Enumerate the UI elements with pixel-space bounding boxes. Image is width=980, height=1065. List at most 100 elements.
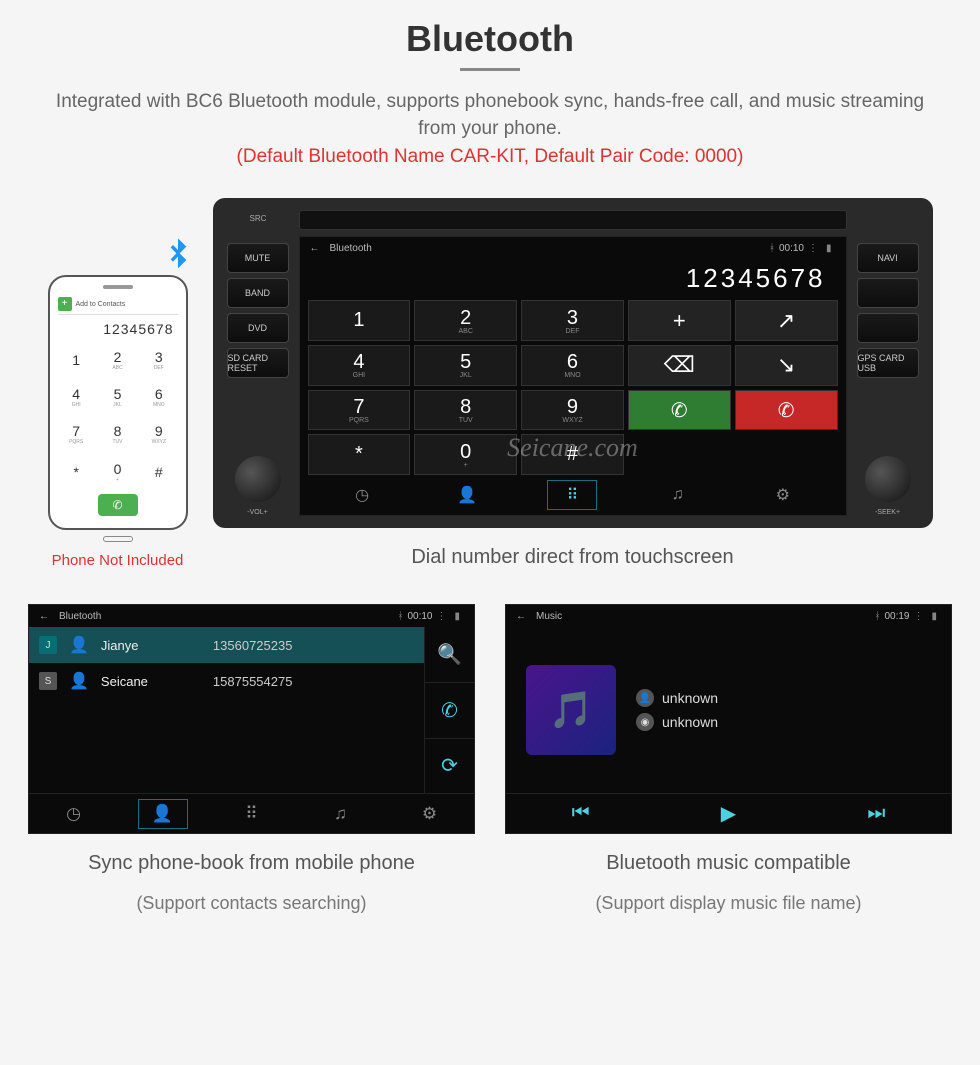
phone-dialed-number: 12345678	[58, 315, 178, 343]
left-hw-button[interactable]: SD CARD RESET	[227, 348, 289, 378]
person-icon: 👤	[69, 635, 89, 655]
back-icon[interactable]: ←	[310, 243, 320, 254]
phone-call-button[interactable]: ✆	[98, 494, 138, 516]
dial-key-8[interactable]: 8TUV	[414, 390, 517, 431]
battery-icon: ▮	[826, 243, 832, 254]
phone-key-7[interactable]: 7PQRS	[58, 418, 95, 451]
contact-row[interactable]: J👤Jianye13560725235	[29, 627, 424, 663]
dial-key-5[interactable]: 5JKL	[414, 345, 517, 386]
panel-title: Music	[536, 611, 562, 622]
phone-key-2[interactable]: 2ABC	[99, 343, 136, 376]
nav-settings-icon[interactable]: ⚙	[758, 480, 808, 510]
left-button-column: MUTEBANDDVDSD CARD RESET -VOL+	[225, 210, 291, 516]
nav-music-icon[interactable]: ♫	[653, 481, 703, 509]
dial-key-+[interactable]: +	[628, 300, 731, 341]
dial-key-6[interactable]: 6MNO	[521, 345, 624, 386]
dial-key-*[interactable]: *	[308, 434, 411, 475]
right-hw-button[interactable]	[857, 278, 919, 308]
phone-key-1[interactable]: 1	[58, 343, 95, 376]
add-icon[interactable]: +	[58, 297, 72, 311]
dial-key-1[interactable]: 1	[308, 300, 411, 341]
phone-mockup: + Add to Contacts 12345678 12ABC3DEF4GHI…	[48, 275, 188, 569]
phone-key-8[interactable]: 8TUV	[99, 418, 136, 451]
dialed-number: 12345678	[300, 259, 846, 300]
dial-key-9[interactable]: 9WXYZ	[521, 390, 624, 431]
artist-name: unknown	[662, 690, 718, 706]
disc-slot: SRC	[299, 210, 847, 230]
dial-key-3[interactable]: 3DEF	[521, 300, 624, 341]
contact-name: Jianye	[101, 638, 201, 653]
prev-track-button[interactable]: ⏮	[572, 802, 590, 825]
dial-key-7[interactable]: 7PQRS	[308, 390, 411, 431]
phone-key-3[interactable]: 3DEF	[140, 343, 177, 376]
contacts-caption: Sync phone-book from mobile phone	[28, 852, 475, 875]
nav-dialpad-icon[interactable]: ⠿	[547, 480, 597, 510]
contacts-caption-sub: (Support contacts searching)	[28, 893, 475, 914]
artist-icon: 👤	[636, 689, 654, 707]
letter-tag: S	[39, 672, 57, 690]
nav-contacts-icon[interactable]: 👤	[138, 799, 188, 829]
dial-key-↗[interactable]: ↗	[735, 300, 838, 341]
wifi-icon: ⋮	[808, 243, 818, 254]
next-track-button[interactable]: ⏭	[867, 802, 885, 825]
nav-settings-icon[interactable]: ⚙	[405, 799, 455, 829]
dial-key-4[interactable]: 4GHI	[308, 345, 411, 386]
phone-key-4[interactable]: 4GHI	[58, 380, 95, 413]
album-art: 🎵	[526, 665, 616, 755]
page-title: Bluetooth	[0, 18, 980, 60]
nav-contacts-icon[interactable]: 👤	[442, 480, 492, 510]
dial-key-#[interactable]: #	[521, 434, 624, 475]
touchscreen[interactable]: ← Bluetooth ᚼ 00:10 ⋮ ▮ 12345678 12ABC3D…	[299, 236, 847, 516]
nav-music-icon[interactable]: ♫	[316, 799, 366, 829]
album-icon: ◉	[636, 713, 654, 731]
panel-title: Bluetooth	[59, 611, 101, 622]
sync-button[interactable]: ⟳	[425, 739, 474, 794]
right-button-column: NAVI GPS CARD USB -SEEK+	[855, 210, 921, 516]
nav-recents-icon[interactable]: ◷	[49, 799, 99, 829]
search-button[interactable]: 🔍	[425, 627, 474, 683]
screen-title: Bluetooth	[330, 243, 372, 254]
battery-icon: ▮	[931, 611, 937, 622]
status-time: 00:19	[884, 611, 909, 622]
dial-key-✆[interactable]: ✆	[735, 390, 838, 431]
unit-caption: Dial number direct from touchscreen	[213, 546, 933, 569]
left-hw-button[interactable]: MUTE	[227, 243, 289, 273]
back-icon[interactable]: ←	[516, 611, 526, 622]
dial-key-⌫[interactable]: ⌫	[628, 345, 731, 386]
page-subtitle: Integrated with BC6 Bluetooth module, su…	[0, 89, 980, 142]
contact-row[interactable]: S👤Seicane15875554275	[29, 663, 424, 699]
wifi-icon: ⋮	[436, 611, 446, 622]
bluetooth-status-icon: ᚼ	[874, 611, 880, 622]
phone-key-9[interactable]: 9WXYZ	[140, 418, 177, 451]
right-hw-button[interactable]: NAVI	[857, 243, 919, 273]
call-button[interactable]: ✆	[425, 683, 474, 739]
right-hw-button[interactable]	[857, 313, 919, 343]
play-button[interactable]: ▶	[721, 801, 736, 826]
seek-knob[interactable]	[865, 456, 911, 502]
head-unit: MUTEBANDDVDSD CARD RESET -VOL+ SRC ← Blu…	[213, 198, 933, 528]
phone-key-0[interactable]: 0+	[99, 455, 136, 488]
src-label: SRC	[250, 214, 267, 223]
contact-number: 13560725235	[213, 638, 293, 653]
seek-knob-label: -SEEK+	[875, 509, 900, 516]
nav-dialpad-icon[interactable]: ⠿	[227, 799, 277, 829]
nav-recents-icon[interactable]: ◷	[337, 480, 387, 510]
music-caption-sub: (Support display music file name)	[505, 893, 952, 914]
person-icon: 👤	[69, 671, 89, 691]
left-hw-button[interactable]: DVD	[227, 313, 289, 343]
contacts-panel: ← Bluetooth ᚼ 00:10 ⋮ ▮ J👤Jianye13560725…	[28, 604, 475, 834]
dial-key-2[interactable]: 2ABC	[414, 300, 517, 341]
dial-key-✆[interactable]: ✆	[628, 390, 731, 431]
title-underline	[460, 68, 520, 71]
dial-key-0[interactable]: 0+	[414, 434, 517, 475]
back-icon[interactable]: ←	[39, 611, 49, 622]
left-hw-button[interactable]: BAND	[227, 278, 289, 308]
phone-key-*[interactable]: *	[58, 455, 95, 488]
dial-key-↘[interactable]: ↘	[735, 345, 838, 386]
right-hw-button[interactable]: GPS CARD USB	[857, 348, 919, 378]
phone-key-#[interactable]: #	[140, 455, 177, 488]
volume-knob[interactable]	[235, 456, 281, 502]
phone-key-6[interactable]: 6MNO	[140, 380, 177, 413]
phone-key-5[interactable]: 5JKL	[99, 380, 136, 413]
bluetooth-status-icon: ᚼ	[397, 611, 403, 622]
